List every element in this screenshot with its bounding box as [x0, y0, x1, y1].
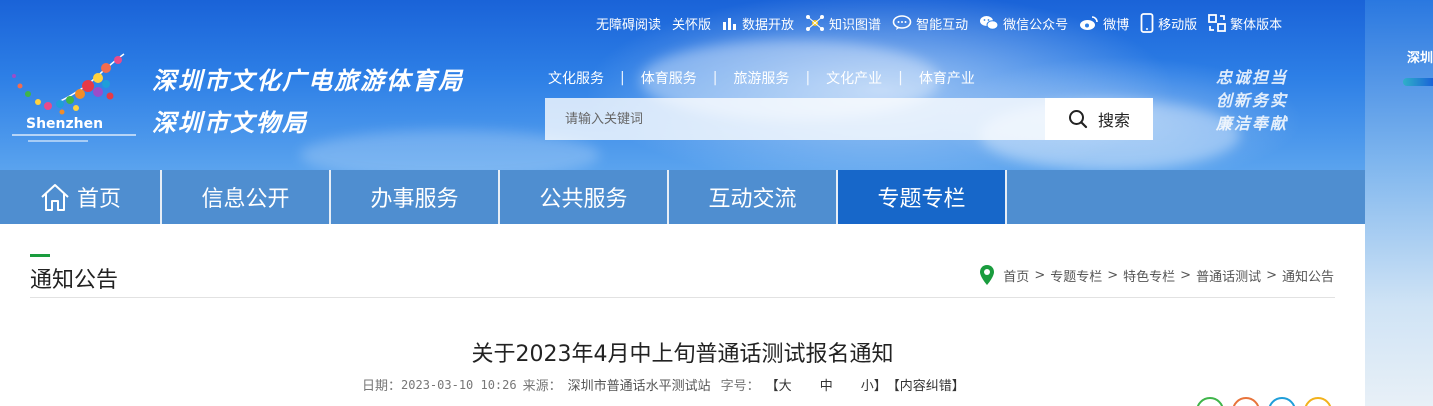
separator: | [620, 70, 625, 86]
font-size-large[interactable]: 大 [779, 375, 792, 394]
nav-special-topics[interactable]: 专题专栏 [838, 170, 1007, 224]
breadcrumb-special-topics[interactable]: 专题专栏 [1050, 266, 1102, 285]
nav-home[interactable]: 首页 [0, 170, 162, 224]
wechat-link[interactable]: 微信公众号 [979, 14, 1068, 33]
data-open-link[interactable]: 数据开放 [722, 14, 794, 33]
article-title: 关于2023年4月中上旬普通话测试报名通知 [471, 342, 894, 367]
divider [30, 297, 1335, 298]
date-label: 日期： [362, 379, 402, 394]
right-side-decoration: 深圳 [1365, 0, 1433, 406]
bracket: 【 [765, 379, 779, 394]
publish-date: 2023-03-10 10:26 [401, 377, 517, 392]
shenzhen-logo[interactable]: Shenzhen [6, 46, 142, 151]
location-pin-icon [980, 265, 995, 285]
main-nav: 首页 信息公开 办事服务 公共服务 互动交流 专题专栏 [0, 170, 1365, 224]
breadcrumb-separator: > [1180, 267, 1192, 283]
knowledge-graph-icon [806, 15, 825, 31]
nav-info-disclosure[interactable]: 信息公开 [162, 170, 331, 224]
side-text: 深圳 [1407, 51, 1433, 66]
slogan-line: 忠诚担当 [1216, 68, 1289, 87]
share-weibo-icon[interactable] [1232, 397, 1260, 406]
font-size-small[interactable]: 小 [861, 375, 874, 394]
nav-services[interactable]: 办事服务 [331, 170, 500, 224]
content-panel: 通知公告 首页 > 专题专栏 > 特色专栏 > 普通话测试 > 通知公告 关于2… [0, 224, 1365, 406]
breadcrumb-separator: > [1034, 267, 1046, 283]
org-name-line1: 深圳市文化广电旅游体育局 [152, 66, 464, 95]
traditional-chinese-icon [1208, 14, 1227, 32]
accessibility-link[interactable]: 无障碍阅读 [596, 14, 661, 33]
slogan: 忠诚担当 创新务实 廉洁奉献 [1216, 66, 1288, 135]
breadcrumb: 首页 > 专题专栏 > 特色专栏 > 普通话测试 > 通知公告 [979, 264, 1334, 286]
wechat-icon [980, 16, 999, 30]
search-button[interactable]: 搜索 [1045, 98, 1153, 140]
top-utility-links: 无障碍阅读 关怀版 数据开放 知识图谱 智能互动 微信公众号 微博 移动版 繁体 [596, 13, 1293, 33]
breadcrumb-featured[interactable]: 特色专栏 [1123, 266, 1175, 285]
logo-flower-graphic [12, 53, 125, 115]
nav-label: 首页 [76, 187, 121, 212]
org-name-line2: 深圳市文物局 [152, 108, 308, 137]
share-wechat-icon[interactable] [1196, 397, 1224, 406]
content-error-report-link[interactable]: 【内容纠错】 [887, 375, 965, 394]
search-button-label: 搜索 [1097, 111, 1130, 130]
source-label: 来源： [522, 379, 562, 394]
search-icon [1068, 110, 1088, 129]
nav-public-services[interactable]: 公共服务 [500, 170, 669, 224]
breadcrumb-notices[interactable]: 通知公告 [1282, 266, 1334, 285]
breadcrumb-mandarin-test[interactable]: 普通话测试 [1196, 266, 1261, 285]
traditional-chinese-link[interactable]: 繁体版本 [1208, 14, 1282, 33]
header-banner: 无障碍阅读 关怀版 数据开放 知识图谱 智能互动 微信公众号 微博 移动版 繁体 [0, 0, 1433, 170]
bracket: 】 [873, 379, 887, 394]
slogan-line: 创新务实 [1216, 91, 1289, 110]
service-link-sports[interactable]: 体育服务 [641, 68, 697, 88]
section-title-accent [30, 254, 50, 257]
separator: | [805, 70, 811, 86]
logo-wordmark: Shenzhen [26, 116, 103, 132]
service-links: 文化服务 | 体育服务 | 旅游服务 | 文化产业 | 体育产业 [548, 68, 975, 88]
elder-care-link[interactable]: 关怀版 [672, 14, 711, 33]
search-input[interactable] [545, 98, 1045, 140]
mobile-icon [1140, 13, 1154, 33]
nav-label: 信息公开 [201, 187, 290, 212]
nav-label: 专题专栏 [877, 187, 966, 212]
breadcrumb-separator: > [1266, 267, 1277, 283]
smart-interaction-link[interactable]: 智能互动 [892, 14, 968, 33]
bar-chart-icon [723, 18, 737, 30]
nav-label: 办事服务 [370, 187, 459, 212]
service-link-culture-industry[interactable]: 文化产业 [826, 68, 882, 88]
home-icon [41, 184, 69, 211]
weibo-icon [1080, 16, 1098, 30]
section-title: 通知公告 [30, 268, 119, 293]
service-link-sports-industry[interactable]: 体育产业 [919, 68, 975, 88]
nav-interaction[interactable]: 互动交流 [669, 170, 838, 224]
service-link-culture[interactable]: 文化服务 [548, 68, 604, 88]
breadcrumb-separator: > [1107, 267, 1119, 283]
side-graphic [1403, 78, 1433, 86]
weibo-link[interactable]: 微博 [1079, 14, 1129, 33]
slogan-line: 廉洁奉献 [1216, 114, 1289, 133]
separator: | [712, 70, 718, 86]
share-qzone-icon[interactable] [1304, 397, 1332, 406]
chat-bubble-icon [892, 15, 912, 30]
mobile-version-link[interactable]: 移动版 [1140, 13, 1197, 33]
org-name[interactable]: 深圳市文化广电旅游体育局 深圳市文物局 [152, 60, 464, 144]
breadcrumb-home[interactable]: 首页 [1003, 266, 1029, 285]
font-size-medium[interactable]: 中 [820, 375, 833, 394]
article-meta: 日期： 2023-03-10 10:26 来源： 深圳市普通话水平测试站 字号：… [362, 375, 965, 395]
article-source: 深圳市普通话水平测试站 [567, 379, 711, 394]
nav-label: 公共服务 [539, 187, 628, 212]
font-size-label: 字号： [720, 379, 760, 394]
separator: | [898, 70, 903, 86]
service-link-tourism[interactable]: 旅游服务 [733, 68, 789, 88]
knowledge-graph-link[interactable]: 知识图谱 [805, 14, 881, 33]
share-qq-icon[interactable] [1268, 397, 1296, 406]
nav-label: 互动交流 [708, 187, 797, 212]
